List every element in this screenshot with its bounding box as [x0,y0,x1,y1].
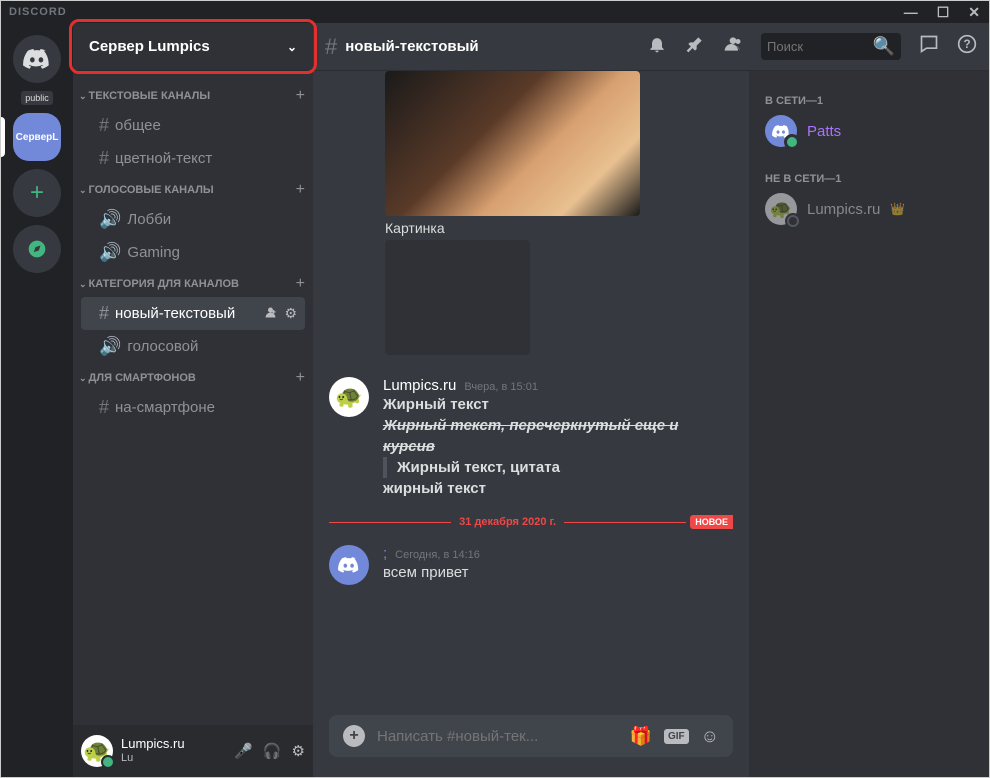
channel-gaming[interactable]: 🔊Gaming [81,236,305,269]
servers-column: public СерверL + [1,23,73,777]
image-attachment[interactable] [385,71,640,216]
emoji-icon[interactable]: ☺ [701,726,719,747]
add-server-button[interactable]: + [13,169,61,217]
attachment-label: Картинка [385,220,733,236]
gift-icon[interactable]: 🎁 [630,726,652,747]
svg-text:?: ? [963,38,970,51]
message-author[interactable]: Lumpics.ru [383,377,456,394]
member-lumpics[interactable]: 🐢 Lumpics.ru 👑 [757,189,981,229]
titlebar: DISCORD — ☐ ✕ [1,1,989,23]
invite-icon[interactable] [263,305,278,323]
messages-area: Картинка 🐢 Lumpics.ru Вчера, в 15:01 Ж [313,71,749,777]
message-text: всем привет [383,562,733,583]
pin-icon[interactable] [685,34,705,59]
content-column: # новый-текстовый 🔍 ? [313,23,989,777]
category-mobile[interactable]: ⌄ ДЛЯ СМАРТФОНОВ + [73,363,313,391]
inbox-icon[interactable] [919,34,939,59]
chevron-down-icon: ⌄ [79,279,87,290]
hash-icon: # [99,303,109,324]
chat-header: # новый-текстовый 🔍 ? [313,23,989,71]
message-lumpics: 🐢 Lumpics.ru Вчера, в 15:01 Жирный текст… [329,371,733,505]
notifications-icon[interactable] [647,34,667,59]
category-custom[interactable]: ⌄ КАТЕГОРИЯ ДЛЯ КАНАЛОВ + [73,269,313,297]
server-lumpics[interactable]: СерверL [13,113,61,161]
channels-list: ⌄ ТЕКСТОВЫЕ КАНАЛЫ + #общее #цветной-тек… [73,71,313,725]
minimize-button[interactable]: — [904,4,919,21]
hash-icon: # [99,148,109,169]
channel-title: новый-текстовый [345,38,478,55]
message-time: Сегодня, в 14:16 [395,549,480,561]
avatar[interactable] [329,545,369,585]
user-panel: 🐢 Lumpics.ru Lu 🎤 🎧 ⚙ [73,725,313,777]
add-channel-button[interactable]: + [296,369,305,387]
channel-general[interactable]: #общее [81,109,305,142]
message-greeting: ; Сегодня, в 14:16 всем привет [329,539,733,591]
explore-button[interactable] [13,225,61,273]
image-attachment-dark[interactable] [385,240,530,355]
add-channel-button[interactable]: + [296,275,305,293]
app-window: DISCORD — ☐ ✕ public СерверL + Сервер Lu… [0,0,990,778]
gif-button[interactable]: GIF [664,729,689,744]
settings-icon[interactable]: ⚙ [292,742,305,760]
close-button[interactable]: ✕ [968,4,981,21]
message-author[interactable]: ; [383,545,387,562]
crown-icon: 👑 [890,202,905,216]
search-box[interactable]: 🔍 [761,33,901,60]
self-avatar[interactable]: 🐢 [81,735,113,767]
gear-icon[interactable]: ⚙ [284,305,297,323]
self-info[interactable]: Lumpics.ru Lu [121,737,226,765]
home-button[interactable] [13,35,61,83]
app-brand: DISCORD [9,6,67,18]
new-badge: НОВОЕ [690,515,733,529]
members-offline-header: НЕ В СЕТИ—1 [757,165,981,189]
help-icon[interactable]: ? [957,34,977,59]
add-channel-button[interactable]: + [296,87,305,105]
search-icon: 🔍 [873,36,895,57]
message-time: Вчера, в 15:01 [464,381,538,393]
public-badge: public [21,91,53,105]
avatar[interactable]: 🐢 [329,377,369,417]
server-name: Сервер Lumpics [89,38,210,55]
members-icon[interactable] [723,34,743,59]
speaker-icon: 🔊 [99,209,121,230]
category-voice[interactable]: ⌄ ГОЛОСОВЫЕ КАНАЛЫ + [73,175,313,203]
compose-box: + 🎁 GIF ☺ [329,715,733,757]
messages-scroll[interactable]: Картинка 🐢 Lumpics.ru Вчера, в 15:01 Ж [313,71,749,715]
message-input[interactable] [377,728,618,745]
chevron-down-icon: ⌄ [79,91,87,102]
channel-on-mobile[interactable]: #на-смартфоне [81,391,305,424]
window-controls: — ☐ ✕ [904,4,981,21]
date-divider: 31 декабря 2020 г. НОВОЕ [329,515,733,529]
channel-lobby[interactable]: 🔊Лобби [81,203,305,236]
deafen-icon[interactable]: 🎧 [263,742,282,760]
main-area: public СерверL + Сервер Lumpics ⌄ ⌄ ТЕКС… [1,23,989,777]
speaker-icon: 🔊 [99,242,121,263]
message-text: Жирный текст Жирный текст, перечеркнутый… [383,394,733,499]
mute-icon[interactable]: 🎤 [234,742,253,760]
members-online-header: В СЕТИ—1 [757,87,981,111]
member-patts[interactable]: Patts [757,111,981,151]
add-channel-button[interactable]: + [296,181,305,199]
speaker-icon: 🔊 [99,336,121,357]
channel-voice-custom[interactable]: 🔊голосовой [81,330,305,363]
chevron-down-icon: ⌄ [79,373,87,384]
category-text[interactable]: ⌄ ТЕКСТОВЫЕ КАНАЛЫ + [73,81,313,109]
channel-new-text[interactable]: #новый-текстовый ⚙ [81,297,305,330]
hash-icon: # [99,115,109,136]
maximize-button[interactable]: ☐ [937,4,951,21]
chat-body: Картинка 🐢 Lumpics.ru Вчера, в 15:01 Ж [313,71,989,777]
avatar [765,115,797,147]
members-column: В СЕТИ—1 Patts НЕ В СЕТИ—1 🐢 Lumpics.ru … [749,71,989,777]
attach-button[interactable]: + [343,725,365,747]
channel-color-text[interactable]: #цветной-текст [81,142,305,175]
search-input[interactable] [767,39,867,54]
chevron-down-icon: ⌄ [287,40,297,54]
hash-icon: # [99,397,109,418]
chevron-down-icon: ⌄ [79,185,87,196]
server-header[interactable]: Сервер Lumpics ⌄ [73,23,313,71]
avatar: 🐢 [765,193,797,225]
channels-column: Сервер Lumpics ⌄ ⌄ ТЕКСТОВЫЕ КАНАЛЫ + #о… [73,23,313,777]
hash-icon: # [325,34,337,60]
